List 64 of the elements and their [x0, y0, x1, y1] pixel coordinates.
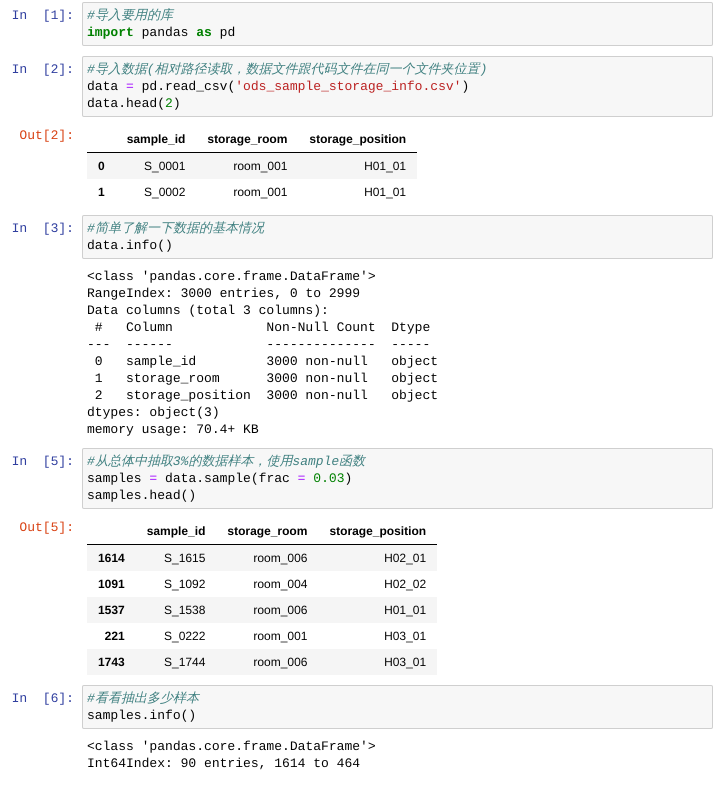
table-cell: room_006: [216, 544, 318, 571]
table-cell: H01_01: [298, 179, 418, 205]
code-line: samples.head(): [87, 487, 198, 504]
input-prompt: In [6]:: [12, 691, 74, 706]
code-input[interactable]: #导入数据(相对路径读取，数据文件跟代码文件在同一个文件夹位置) data = pd.read_csv('ods_sample_storage_info.csv') data.head(2): [82, 56, 713, 117]
table-cell: H03_01: [318, 623, 438, 649]
output-line: RangeIndex: 3000 entries, 0 to 2999: [87, 285, 362, 302]
output-line: Int64Index: 90 entries, 1614 to 464: [87, 755, 362, 772]
output-prompt: Out[5]:: [18, 519, 75, 535]
output-line: memory usage: 70.4+ KB: [87, 421, 260, 438]
table-cell: S_0222: [136, 623, 216, 649]
table-cell: room_004: [216, 571, 318, 597]
table-cell: room_006: [216, 597, 318, 623]
table-cell: S_0001: [116, 152, 196, 179]
row-index: 221: [87, 623, 136, 649]
table-cell: S_1615: [136, 544, 216, 571]
output-prompt: Out[2]:: [18, 127, 75, 143]
output-line: --- ------ -------------- -----: [87, 336, 432, 353]
output-line: 2 storage_position 3000 non-null object: [94, 387, 438, 404]
code-input[interactable]: #从总体中抽取3%的数据样本，使用sample函数 samples = data.sample(frac = 0.03) samples.head(): [82, 448, 713, 509]
table-cell: S_1092: [136, 571, 216, 597]
output-line: 0 sample_id 3000 non-null object: [94, 353, 438, 370]
output-line: <class 'pandas.core.frame.DataFrame'>: [87, 738, 376, 755]
output-line: Data columns (total 3 columns):: [87, 302, 330, 319]
output-line: # Column Non-Null Count Dtype: [94, 319, 432, 336]
table-cell: H02_01: [318, 544, 438, 571]
code-line: samples = data.sample(frac = 0.03): [87, 470, 354, 487]
code-line: data = pd.read_csv('ods_sample_storage_info.csv'): [87, 78, 470, 95]
code-input[interactable]: #看看抽出多少样本 samples.info(): [82, 685, 713, 729]
table-cell: room_001: [196, 152, 298, 179]
code-line: #从总体中抽取3%的数据样本，使用sample函数: [87, 453, 367, 470]
table-cell: S_1744: [136, 649, 216, 675]
code-line: import pandas as pd: [87, 24, 236, 41]
table-cell: H02_02: [318, 571, 438, 597]
row-index: 1091: [87, 571, 136, 597]
input-prompt: In [5]:: [12, 454, 74, 469]
table-cell: H03_01: [318, 649, 438, 675]
code-line: data.head(2): [87, 95, 182, 112]
row-index: 1743: [87, 649, 136, 675]
table-cell: H01_01: [318, 597, 438, 623]
code-line: #导入要用的库: [87, 7, 176, 24]
output-line: dtypes: object(3): [87, 404, 221, 421]
code-input[interactable]: #简单了解一下数据的基本情况 data.info(): [82, 215, 713, 259]
table-cell: room_001: [196, 179, 298, 205]
row-index: 1537: [87, 597, 136, 623]
table-cell: H01_01: [298, 152, 418, 179]
table-cell: room_006: [216, 649, 318, 675]
table-cell: S_0002: [116, 179, 196, 205]
code-line: #导入数据(相对路径读取，数据文件跟代码文件在同一个文件夹位置): [87, 61, 488, 78]
input-prompt: In [2]:: [12, 62, 74, 77]
input-prompt: In [3]:: [12, 221, 74, 236]
table-cell: room_001: [216, 623, 318, 649]
output-line: 1 storage_room 3000 non-null object: [94, 370, 438, 387]
table-cell: S_1538: [136, 597, 216, 623]
row-index: 0: [87, 152, 116, 179]
code-line: #简单了解一下数据的基本情况: [87, 220, 266, 237]
code-input[interactable]: #导入要用的库 import pandas as pd: [82, 2, 713, 46]
code-line: samples.info(): [87, 707, 198, 724]
code-line: data.info(): [87, 237, 174, 254]
code-line: #看看抽出多少样本: [87, 690, 201, 707]
input-prompt: In [1]:: [12, 8, 74, 23]
row-index: 1614: [87, 544, 136, 571]
output-line: <class 'pandas.core.frame.DataFrame'>: [87, 268, 377, 285]
row-index: 1: [87, 179, 116, 205]
